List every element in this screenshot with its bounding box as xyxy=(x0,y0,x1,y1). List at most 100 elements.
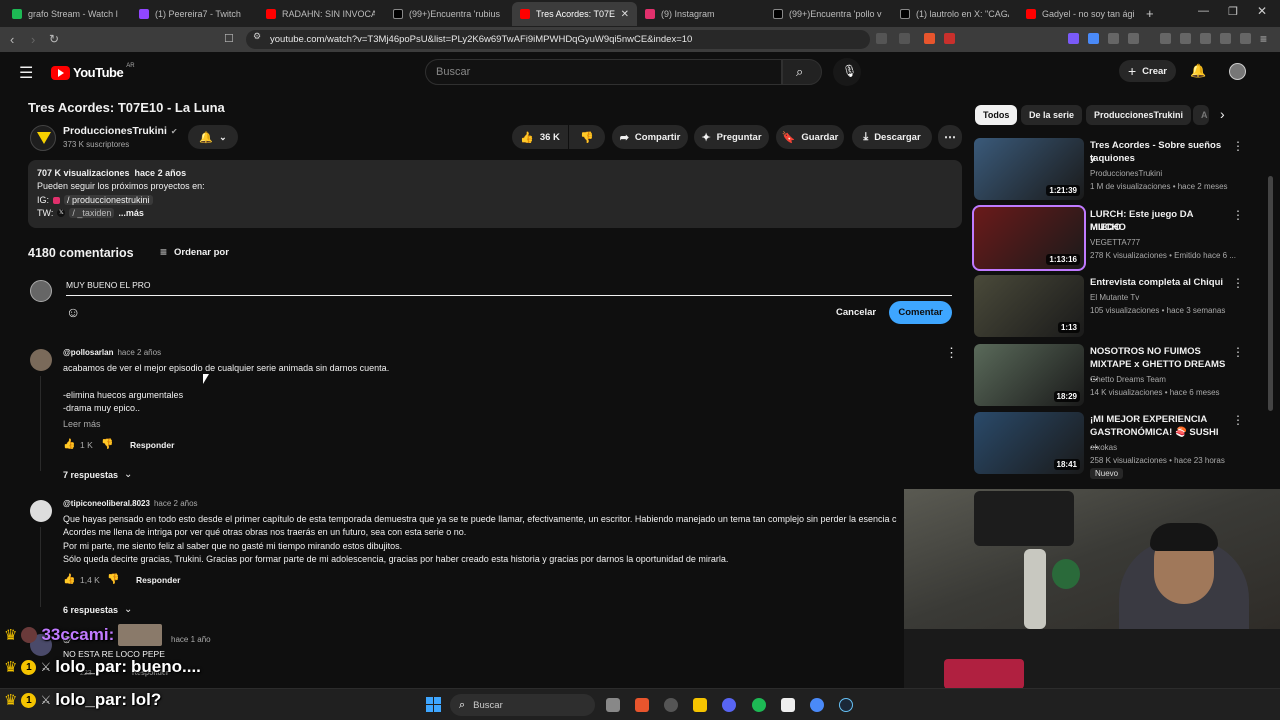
reload-icon[interactable]: ↻ xyxy=(49,32,59,46)
channel-name[interactable]: ProduccionesTrukini ✔ xyxy=(63,125,178,137)
extension-1-icon[interactable] xyxy=(1068,33,1079,44)
video-menu-icon[interactable]: ⋮ xyxy=(1232,208,1244,222)
browser-tab[interactable]: RADAHN: SIN INVOCACIO xyxy=(258,2,383,26)
forward-icon[interactable]: › xyxy=(31,32,35,47)
comment-author[interactable]: @tipiconeoliberal.8023 xyxy=(63,499,150,508)
tw-link[interactable]: / _taxiden xyxy=(69,208,115,218)
more-actions-button[interactable]: ⋯ xyxy=(938,125,962,149)
video-thumbnail[interactable]: 18:29 xyxy=(974,344,1084,406)
ig-link[interactable]: / produccionestrukini xyxy=(64,195,153,205)
bookmark-icon[interactable]: ☐ xyxy=(224,32,234,45)
read-more-link[interactable]: Leer más xyxy=(63,419,101,429)
thumbs-down-icon[interactable]: 👎 xyxy=(107,574,119,585)
chip-more[interactable]: A xyxy=(1193,105,1209,125)
video-channel[interactable]: VEGETTA777 xyxy=(1090,236,1238,249)
video-menu-icon[interactable]: ⋮ xyxy=(1232,139,1244,153)
ask-button[interactable]: ✦ Preguntar xyxy=(694,125,769,149)
share-button[interactable]: ➦ Compartir xyxy=(612,125,688,149)
taskbar-search[interactable]: ⌕ Buscar xyxy=(450,694,595,716)
chip-channel[interactable]: ProduccionesTrukini xyxy=(1086,105,1192,125)
new-tab-button[interactable]: + xyxy=(1146,6,1154,21)
chip-all[interactable]: Todos xyxy=(975,105,1018,125)
comment-input[interactable]: MUY BUENO EL PRO xyxy=(66,280,952,296)
sidebar-icon[interactable] xyxy=(1180,33,1191,44)
replies-toggle[interactable]: 6 respuestas ⌄ xyxy=(63,604,132,615)
sort-comments-button[interactable]: ≡ Ordenar por xyxy=(160,245,229,259)
video-thumbnail[interactable]: 1:21:39 xyxy=(974,138,1084,200)
browser-tab[interactable]: (1) lautrolo en X: "CAGAR xyxy=(892,2,1017,26)
voice-search-button[interactable]: 🎙 xyxy=(833,58,861,86)
media-icon[interactable] xyxy=(1160,33,1171,44)
site-settings-icon[interactable]: ⚙ xyxy=(253,31,261,42)
video-title-line[interactable]: taquiones xyxy=(1090,152,1228,165)
notifications-bell-icon[interactable]: 🔔 xyxy=(1190,63,1206,79)
menu-icon[interactable]: ≡ xyxy=(1260,32,1267,46)
browser-tab[interactable]: (99+)Encuentra 'rubius cri xyxy=(385,2,510,26)
download-button[interactable]: ⤓ Descargar xyxy=(852,125,932,149)
extension-4-icon[interactable] xyxy=(1128,33,1139,44)
video-channel[interactable]: El Mutante Tv xyxy=(1090,291,1238,304)
wallet-icon[interactable] xyxy=(1200,33,1211,44)
search-input[interactable]: Buscar xyxy=(425,59,782,85)
cancel-button[interactable]: Cancelar xyxy=(836,307,876,318)
video-title-line[interactable]: ¡MI MEJOR EXPERIENCIA xyxy=(1090,413,1228,426)
video-channel[interactable]: Ghetto Dreams Team xyxy=(1090,373,1238,386)
comment-avatar[interactable] xyxy=(30,500,52,522)
hamburger-menu-icon[interactable]: ☰ xyxy=(19,63,33,83)
vpn-icon[interactable] xyxy=(1240,33,1251,44)
comment-author[interactable]: @pollosarlan xyxy=(63,348,113,357)
extension-3-icon[interactable] xyxy=(1108,33,1119,44)
reply-button[interactable]: Responder xyxy=(130,440,174,450)
video-thumbnail[interactable]: 18:41 xyxy=(974,412,1084,474)
search-button[interactable]: ⌕ xyxy=(782,59,822,85)
chevron-right-icon[interactable]: › xyxy=(1220,106,1225,122)
page-scrollbar[interactable] xyxy=(1268,176,1273,411)
restore-icon[interactable]: ❐ xyxy=(1228,5,1238,18)
brave-shield-icon[interactable] xyxy=(924,33,935,44)
replies-toggle[interactable]: 7 respuestas ⌄ xyxy=(63,469,132,480)
comment-time[interactable]: hace 2 años xyxy=(154,499,198,508)
leo-icon[interactable] xyxy=(1220,33,1231,44)
browser-tab[interactable]: (9) Instagram xyxy=(637,2,762,26)
back-icon[interactable]: ‹ xyxy=(10,32,14,47)
discord-icon[interactable] xyxy=(722,698,736,712)
video-thumbnail[interactable]: 1:13:16 xyxy=(972,205,1086,271)
screenshot-icon[interactable] xyxy=(876,33,887,44)
video-menu-icon[interactable]: ⋮ xyxy=(1232,345,1244,359)
reply-button[interactable]: Responder xyxy=(136,575,180,585)
close-window-icon[interactable]: ✕ xyxy=(1257,4,1267,18)
ccleaner-icon[interactable] xyxy=(810,698,824,712)
obs-icon[interactable] xyxy=(664,698,678,712)
browser-tab[interactable]: (99+)Encuentra 'pollo vig xyxy=(765,2,890,26)
chip-series[interactable]: De la serie xyxy=(1021,105,1083,125)
extension-2-icon[interactable] xyxy=(1088,33,1099,44)
thumbs-down-icon[interactable]: 👎 xyxy=(101,439,113,450)
browser-tab[interactable]: (1) Peereira7 - Twitch xyxy=(131,2,256,26)
subscription-bell-button[interactable]: 🔔 ⌄ xyxy=(188,125,238,149)
create-button[interactable]: + Crear xyxy=(1119,60,1176,82)
video-channel[interactable]: ProduccionesTrukini xyxy=(1090,167,1238,180)
steam-icon[interactable] xyxy=(839,698,853,712)
comment-avatar[interactable] xyxy=(30,349,52,371)
share-icon[interactable] xyxy=(899,33,910,44)
minimize-icon[interactable]: — xyxy=(1198,5,1209,17)
channel-avatar[interactable] xyxy=(30,125,56,151)
brave-icon[interactable] xyxy=(635,698,649,712)
thumbs-up-icon[interactable]: 👍 xyxy=(63,574,75,585)
like-button[interactable]: 👍 36 K xyxy=(512,125,568,149)
video-title-line[interactable]: NOSOTROS NO FUIMOS xyxy=(1090,345,1228,358)
comment-time[interactable]: hace 1 año xyxy=(171,635,211,644)
video-title-line[interactable]: MIEDO xyxy=(1090,221,1228,234)
submit-comment-button[interactable]: Comentar xyxy=(889,301,952,324)
brave-rewards-icon[interactable] xyxy=(944,33,955,44)
browser-tab[interactable]: Tres Acordes: T07E ✕ xyxy=(512,2,637,26)
file-explorer-icon[interactable] xyxy=(693,698,707,712)
windows-start-icon[interactable] xyxy=(426,697,441,712)
account-avatar[interactable] xyxy=(1229,63,1246,80)
browser-tab[interactable]: Gadyel - no soy tan ágil ( xyxy=(1018,2,1143,26)
browser-tab[interactable]: grafo Stream - Watch l xyxy=(4,2,129,26)
youtube-logo[interactable]: YouTube AR xyxy=(51,63,135,80)
capcut-icon[interactable] xyxy=(781,698,795,712)
comment-time[interactable]: hace 2 años xyxy=(117,348,161,357)
emoji-icon[interactable]: ☺ xyxy=(66,304,80,320)
